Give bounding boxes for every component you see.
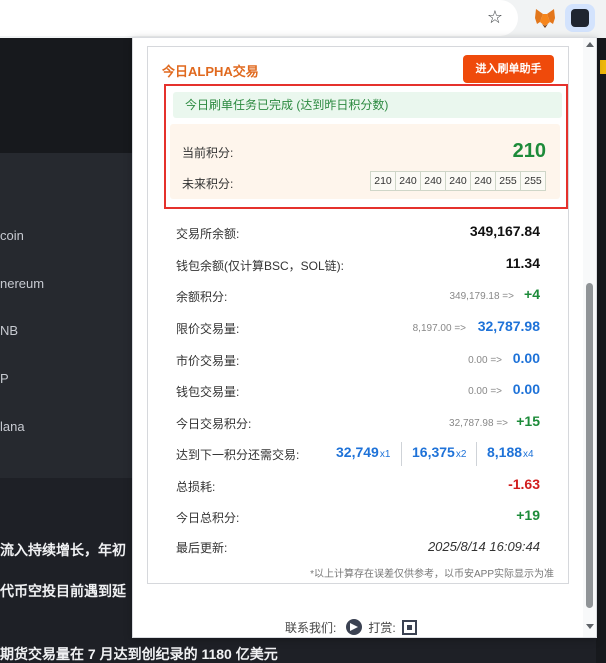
market-volume-prefix: 0.00 => (468, 355, 502, 366)
future-point-chip: 240 (470, 171, 496, 191)
bg-news-line: 期货交易量在 7 月达到创纪录的 1180 亿美元 (0, 646, 278, 662)
total-loss-row: 总损耗: -1.63 (176, 476, 540, 496)
scroll-down-arrow-icon[interactable] (586, 624, 594, 629)
future-points-label: 未来积分: (182, 177, 234, 191)
bg-coin-item: lana (0, 419, 25, 434)
next-level-item: 32,749 x1 (336, 444, 390, 466)
future-point-chip: 240 (420, 171, 446, 191)
contact-label: 联系我们: (285, 620, 337, 635)
exchange-balance-row: 交易所余额: 349,167.84 (176, 223, 540, 243)
bg-news-line: 流入持续增长，年初 (0, 542, 126, 558)
next-level-multiplier: x1 (379, 449, 391, 460)
market-volume-label: 市价交易量: (176, 354, 240, 368)
exchange-balance-label: 交易所余额: (176, 227, 240, 241)
background-right-edge (596, 38, 606, 663)
next-level-item: 16,375 x2 (412, 444, 466, 466)
last-update-label: 最后更新: (176, 541, 228, 555)
disclaimer-text: *以上计算存在误差仅供参考，以币安APP实际显示为准 (310, 569, 554, 580)
wallet-volume-row: 钱包交易量: 0.00 => 0.00 (176, 381, 540, 401)
popup-scrollbar[interactable] (583, 38, 596, 637)
market-volume-value: 0.00 (512, 350, 540, 366)
telegram-icon[interactable] (346, 619, 363, 635)
enter-assistant-button[interactable]: 进入刷单助手 (463, 55, 554, 83)
next-level-amount: 8,188 (487, 444, 523, 460)
bg-coin-item: P (0, 371, 9, 386)
extension-popup: 今日ALPHA交易 进入刷单助手 今日刷单任务已完成 (达到昨日积分数) 当前积… (132, 37, 597, 638)
balance-points-value: +4 (524, 286, 540, 302)
qr-code-icon[interactable] (401, 619, 417, 635)
alpha-extension-icon[interactable] (565, 4, 595, 32)
last-update-row: 最后更新: 2025/8/14 16:09:44 (176, 537, 540, 557)
today-total-points-label: 今日总积分: (176, 511, 240, 525)
balance-points-row: 余额积分: 349,179.18 => +4 (176, 286, 540, 306)
background-sidebar: coin nereum NB P lana (0, 153, 132, 478)
bg-coin-item: nereum (0, 276, 45, 291)
exchange-balance-value: 349,167.84 (469, 223, 540, 239)
balance-points-prefix: 349,179.18 => (449, 291, 514, 302)
points-panel: 当前积分: 210 未来积分: 210 240 240 240 240 255 … (170, 124, 560, 199)
next-level-amount: 32,749 (336, 444, 379, 460)
today-total-points-value: +19 (516, 507, 540, 523)
popup-title: 今日ALPHA交易 (162, 64, 259, 79)
next-level-divider (476, 442, 477, 466)
wallet-balance-value: 11.34 (505, 255, 540, 271)
bg-news-line: 代币空投目前遇到延 (0, 583, 126, 599)
bg-coin-item: NB (0, 323, 19, 338)
limit-volume-prefix: 8,197.00 => (412, 323, 466, 334)
browser-toolbar: ☆ (0, 0, 606, 38)
today-total-points-row: 今日总积分: +19 (176, 507, 540, 527)
today-trade-points-value: +15 (516, 413, 540, 429)
popup-footer: 联系我们: 打赏: (285, 615, 417, 639)
future-points-list: 210 240 240 240 240 255 255 (370, 171, 546, 191)
alpha-card: 今日ALPHA交易 进入刷单助手 今日刷单任务已完成 (达到昨日积分数) 当前积… (147, 46, 569, 584)
wallet-volume-prefix: 0.00 => (468, 386, 502, 397)
scroll-up-arrow-icon[interactable] (586, 42, 594, 47)
task-highlight-box: 今日刷单任务已完成 (达到昨日积分数) 当前积分: 210 未来积分: 210 … (164, 84, 568, 209)
wallet-volume-value: 0.00 (512, 381, 540, 397)
balance-points-label: 余额积分: (176, 290, 228, 304)
future-point-chip: 210 (370, 171, 396, 191)
today-trade-points-prefix: 32,787.98 => (449, 418, 508, 429)
wallet-balance-label: 钱包余额(仅计算BSC，SOL链): (176, 259, 345, 273)
wallet-volume-label: 钱包交易量: (176, 385, 240, 399)
future-point-chip: 240 (445, 171, 471, 191)
next-level-item: 8,188 x4 (487, 444, 534, 466)
address-bar[interactable] (0, 0, 518, 36)
bg-coin-item: coin (0, 228, 24, 243)
task-complete-notice: 今日刷单任务已完成 (达到昨日积分数) (173, 92, 562, 118)
limit-volume-label: 限价交易量: (176, 322, 240, 336)
total-loss-label: 总损耗: (176, 480, 216, 494)
background-header-band (0, 38, 132, 153)
market-volume-row: 市价交易量: 0.00 => 0.00 (176, 350, 540, 370)
next-level-multiplier: x4 (523, 449, 534, 460)
tip-label: 打赏: (368, 620, 396, 635)
future-point-chip: 255 (520, 171, 546, 191)
next-level-divider (401, 442, 402, 466)
bookmark-star-icon[interactable]: ☆ (484, 6, 506, 28)
next-level-multiplier: x2 (455, 449, 467, 460)
limit-volume-value: 32,787.98 (477, 318, 540, 334)
current-points-value: 210 (512, 140, 546, 162)
total-loss-value: -1.63 (508, 476, 540, 492)
background-accent (600, 60, 606, 74)
scroll-thumb[interactable] (586, 283, 593, 608)
future-point-chip: 240 (395, 171, 421, 191)
current-points-label: 当前积分: (182, 146, 234, 160)
last-update-value: 2025/8/14 16:09:44 (427, 539, 540, 554)
next-level-label: 达到下一积分还需交易: (176, 448, 300, 462)
future-point-chip: 255 (495, 171, 521, 191)
today-trade-points-row: 今日交易积分: 32,787.98 => +15 (176, 413, 540, 433)
next-level-amount: 16,375 (412, 444, 455, 460)
wallet-balance-row: 钱包余额(仅计算BSC，SOL链): 11.34 (176, 255, 540, 275)
next-level-row: 达到下一积分还需交易: 32,749 x1 16,375 x2 8,188 x4 (176, 442, 540, 466)
today-trade-points-label: 今日交易积分: (176, 417, 252, 431)
metamask-fox-icon[interactable] (531, 5, 559, 31)
limit-volume-row: 限价交易量: 8,197.00 => 32,787.98 (176, 318, 540, 338)
